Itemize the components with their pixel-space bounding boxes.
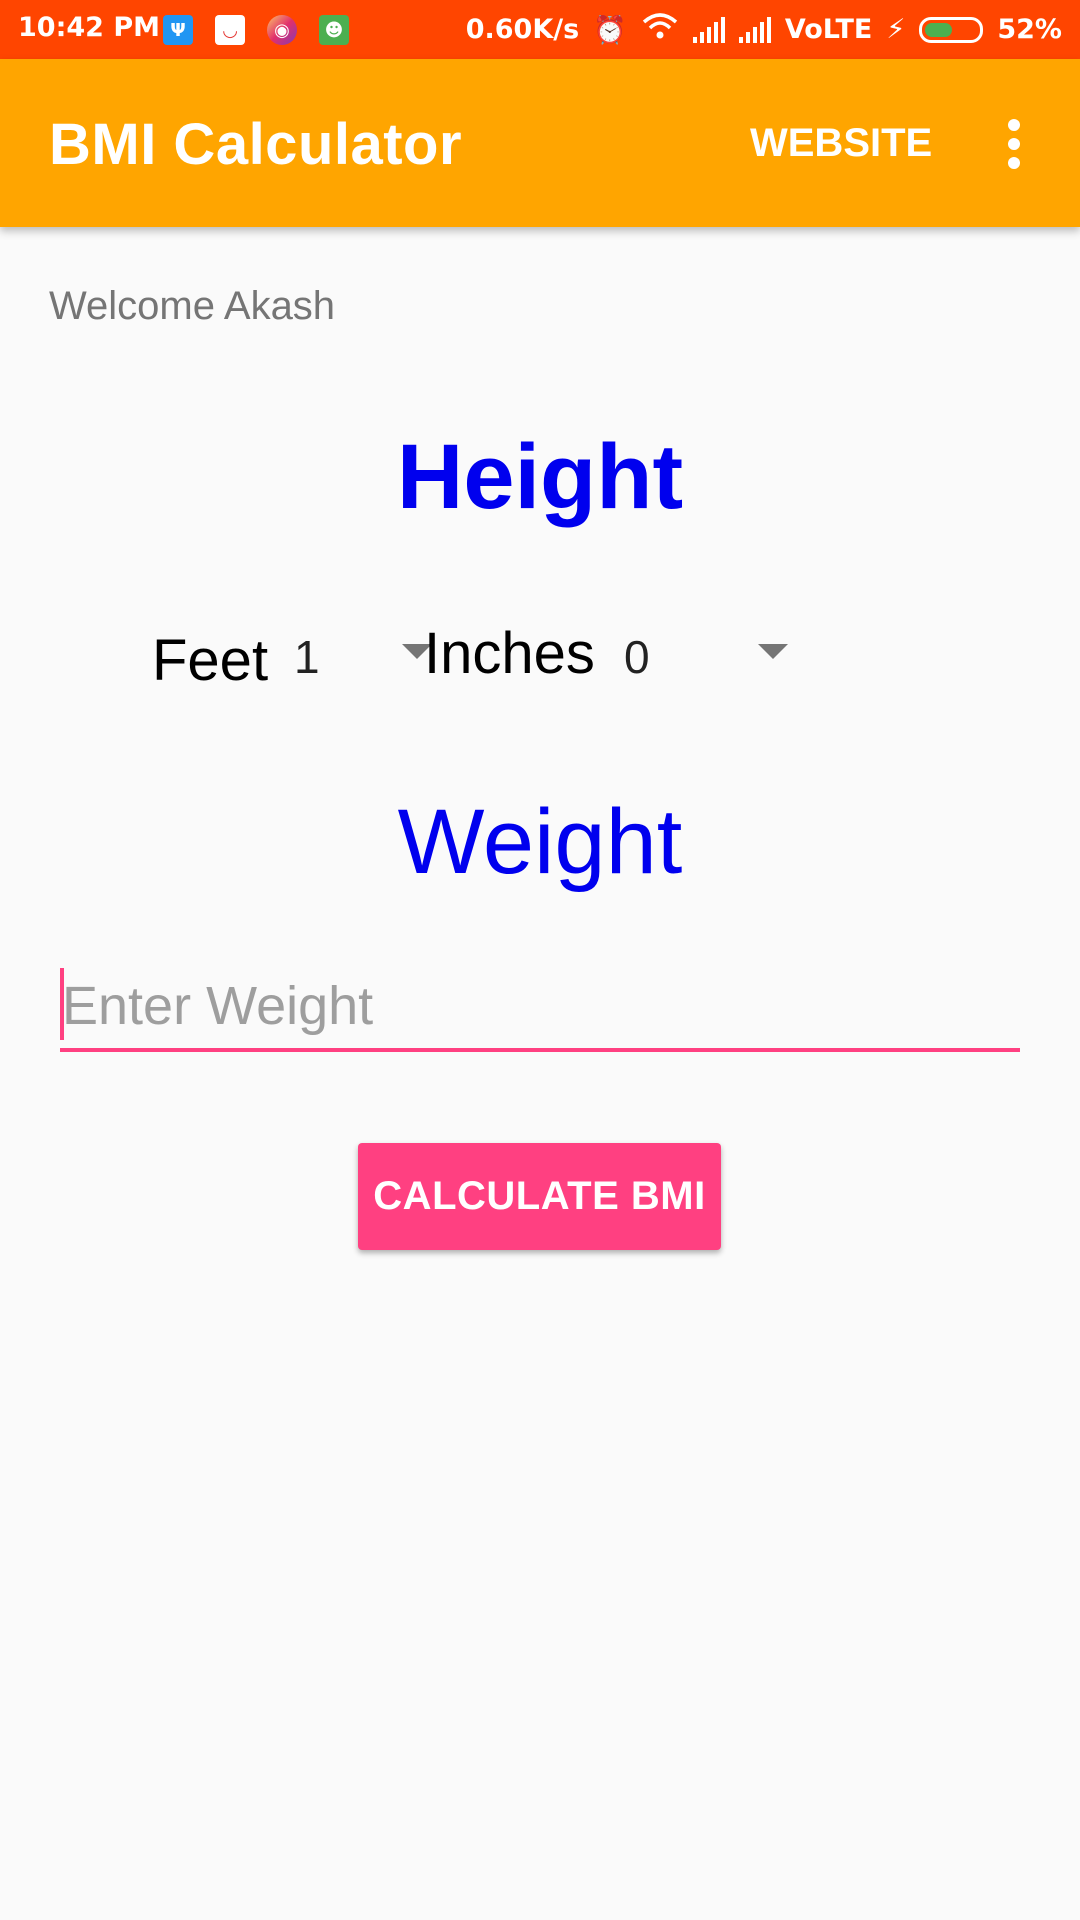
status-bar: 10:42 PM Ψ ◡ ◉ ☻ 0.60K/s ⏰ VoLTE ⚡ 52% <box>0 0 1080 59</box>
calculate-bmi-button[interactable]: CALCULATE BMI <box>358 1143 721 1250</box>
feet-label: Feet <box>152 628 269 693</box>
android-icon: ☻ <box>319 15 349 45</box>
notification-icons: Ψ ◡ ◉ ☻ <box>163 15 349 45</box>
charging-icon: ⚡ <box>886 14 906 45</box>
website-button[interactable]: WEBSITE <box>750 121 932 166</box>
dropdown-arrow-icon <box>758 644 788 659</box>
inches-spinner[interactable]: 0 <box>610 620 800 690</box>
signal-icon-sim2 <box>738 16 771 43</box>
network-speed: 0.60K/s <box>465 14 580 45</box>
status-time: 10:42 PM <box>18 12 161 43</box>
app-bar: BMI Calculator WEBSITE <box>0 59 1080 227</box>
instagram-icon: ◉ <box>267 15 297 45</box>
status-indicators: 0.60K/s ⏰ VoLTE ⚡ 52% <box>466 12 1062 47</box>
battery-icon <box>919 16 984 43</box>
weight-heading: Weight <box>397 791 683 893</box>
network-type: VoLTE <box>784 14 873 45</box>
height-heading: Height <box>396 426 684 528</box>
welcome-text: Welcome Akash <box>49 284 336 328</box>
feet-spinner-value: 1 <box>294 631 320 683</box>
app-title: BMI Calculator <box>49 112 463 177</box>
more-vert-icon[interactable] <box>1004 119 1024 169</box>
inches-label: Inches <box>424 621 595 686</box>
battery-percent: 52% <box>997 14 1062 45</box>
inches-spinner-value: 0 <box>624 631 650 683</box>
wifi-icon <box>641 12 679 47</box>
text-cursor <box>60 968 64 1040</box>
weight-input[interactable] <box>60 970 1020 1052</box>
usb-icon: Ψ <box>163 15 193 45</box>
shopping-icon: ◡ <box>215 15 245 45</box>
battery-fill <box>925 22 953 37</box>
alarm-icon: ⏰ <box>593 14 627 46</box>
signal-icon <box>692 16 725 43</box>
feet-spinner[interactable]: 1 <box>280 620 440 690</box>
